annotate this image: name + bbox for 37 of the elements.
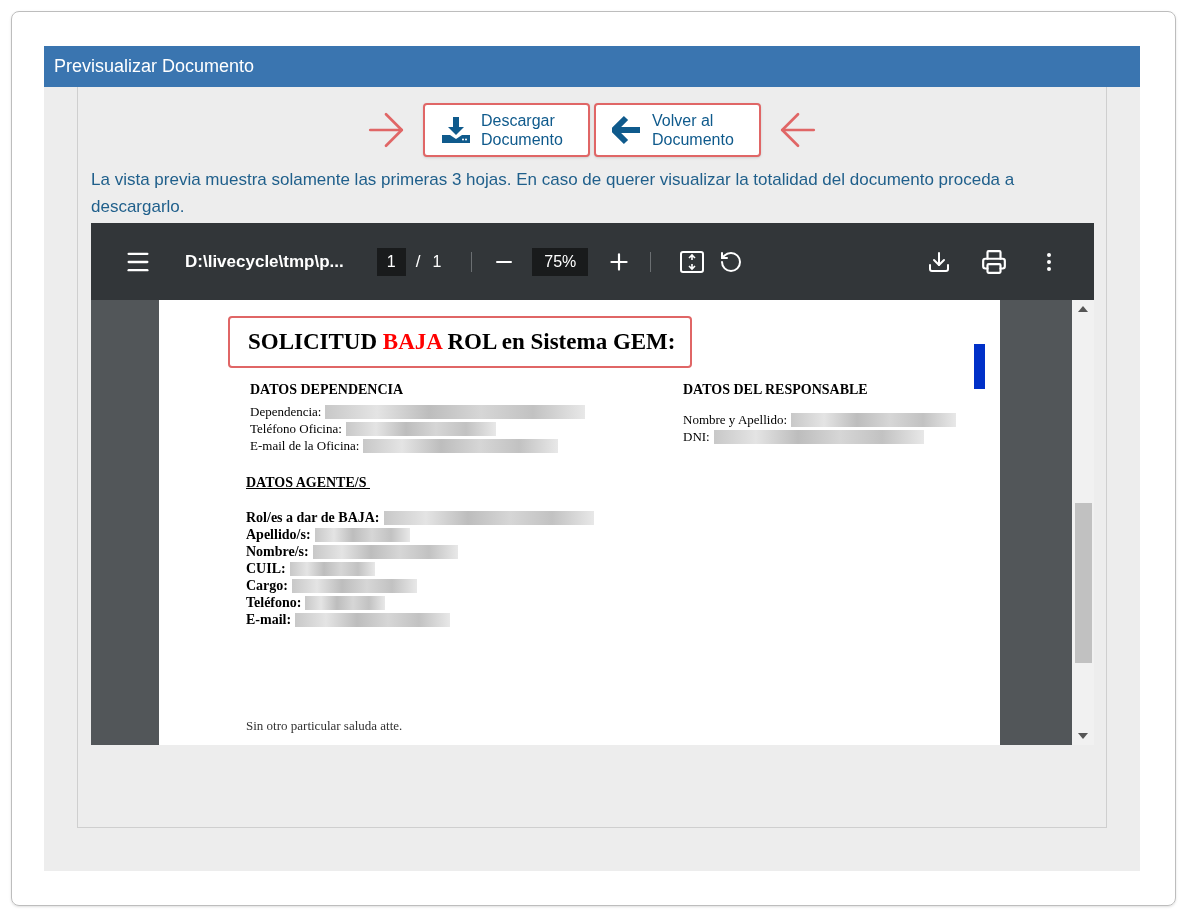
field-label: Nombre/s: [246, 543, 309, 560]
page-separator: / [415, 250, 421, 273]
field-label: Cargo: [246, 577, 288, 594]
field-label: Teléfono: [246, 594, 302, 611]
field-label: DNI: [683, 428, 710, 445]
print-icon[interactable] [981, 248, 1007, 275]
page-number-field[interactable]: 1 [376, 247, 406, 276]
zoom-field[interactable]: 75% [532, 247, 589, 276]
field-label: Rol/es a dar de BAJA: [246, 509, 380, 526]
field-label: Dependencia: [250, 403, 322, 420]
download-button[interactable]: Descargar Documento [423, 102, 590, 157]
download-icon[interactable] [927, 249, 951, 274]
scrollbar-thumb[interactable] [1074, 502, 1092, 663]
page-count: 1 [432, 251, 442, 272]
fit-page-icon[interactable] [679, 249, 706, 274]
field-label: Nombre y Apellido: [683, 411, 787, 428]
file-name: D:\livecycle\tmp\p... [185, 250, 344, 273]
notice-text: La vista previa muestra solamente las primeras 3 hojas. En caso de querer visualizar la totalidad del documento proceda a descargarlo. [91, 169, 1016, 218]
section-heading: DATOS DEPENDENCIA [250, 381, 405, 399]
download-icon [441, 115, 471, 144]
scrollbar[interactable] [1072, 300, 1094, 745]
field-label: Teléfono Oficina: [250, 420, 342, 437]
section-heading: DATOS AGENTE/S [246, 474, 368, 492]
scroll-up-icon[interactable] [1078, 306, 1088, 312]
field-label: E-mail de la Oficina: [250, 437, 360, 454]
field-label: Apellido/s: [246, 526, 311, 543]
field-label: E-mail: [246, 611, 292, 628]
closing-text: Sin otro particular saluda atte. [246, 717, 404, 735]
scroll-down-icon[interactable] [1078, 733, 1088, 739]
document-title: SOLICITUD BAJA ROL en Sistema GEM: [228, 316, 692, 368]
panel-title: Previsualizar Documento [54, 55, 255, 78]
field-label: CUIL: [246, 560, 286, 577]
back-button[interactable]: Volver al Documento [594, 102, 761, 157]
back-arrow-icon [612, 114, 642, 145]
rotate-icon[interactable] [719, 249, 744, 274]
section-heading: DATOS DEL RESPONSABLE [683, 381, 869, 399]
page-marker [974, 344, 985, 389]
